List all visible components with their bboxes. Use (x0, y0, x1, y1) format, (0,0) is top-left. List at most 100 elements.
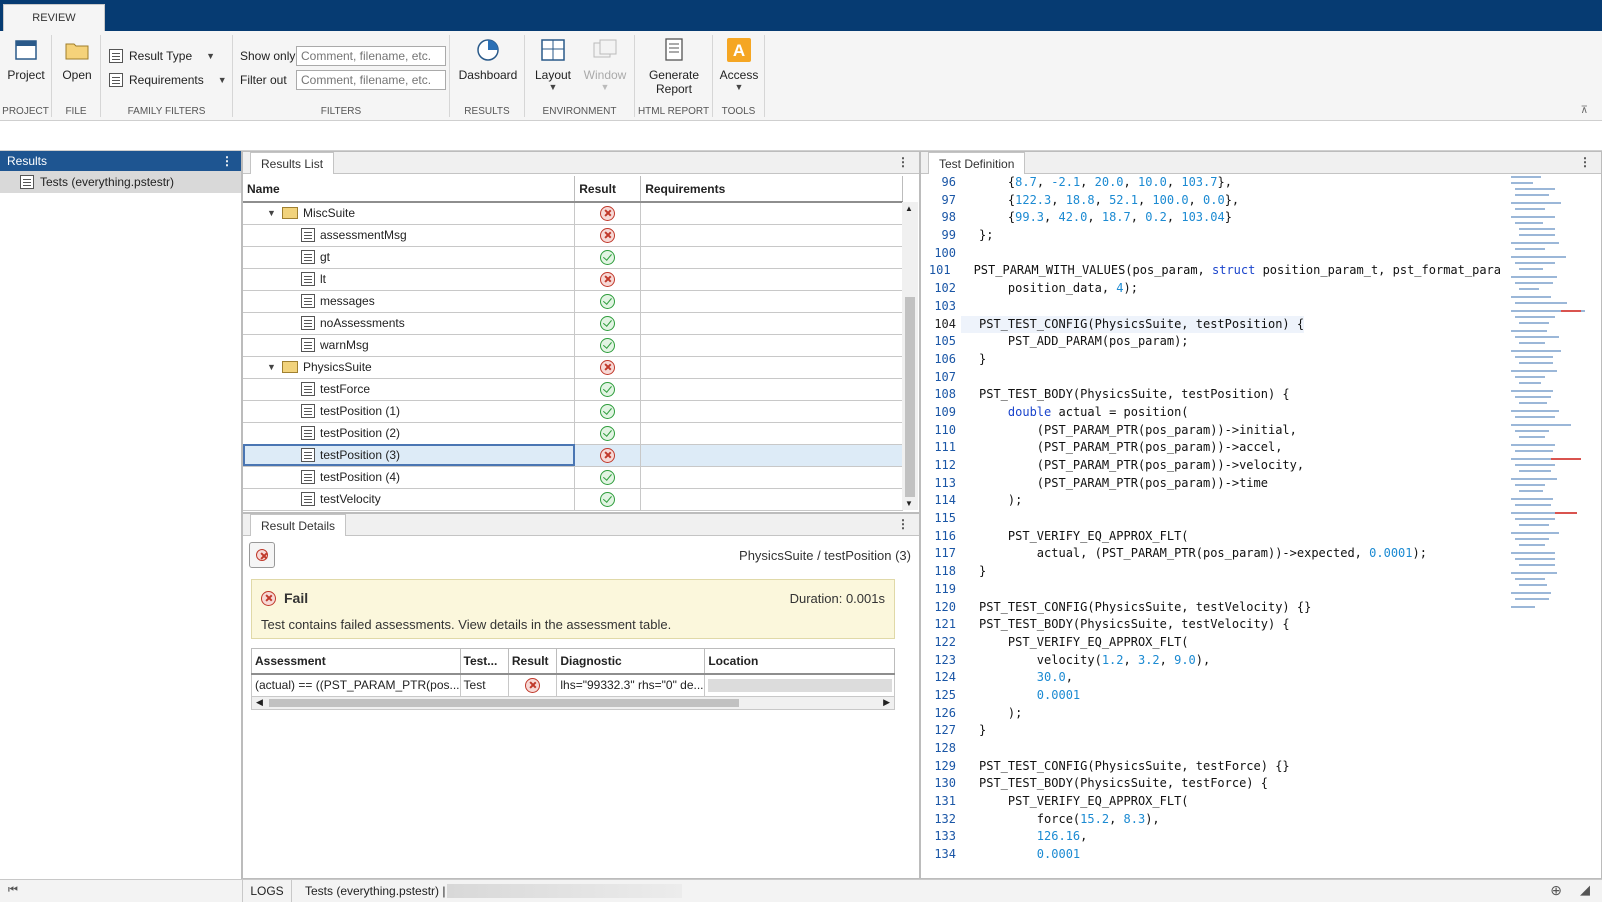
scroll-left-icon[interactable]: ◀ (256, 697, 263, 708)
code-line[interactable]: 133 126.16, (921, 828, 1501, 846)
code-line[interactable]: 120 PST_TEST_CONFIG(PhysicsSuite, testVel… (921, 599, 1501, 617)
table-row[interactable]: testVelocity (243, 488, 903, 511)
code-line[interactable]: 102 position_data, 4); (921, 280, 1501, 298)
project-button[interactable]: Project (6, 38, 46, 82)
code-line[interactable]: 134 0.0001 (921, 846, 1501, 864)
col-header-requirements[interactable]: Requirements (640, 176, 903, 203)
code-line[interactable]: 107 (921, 369, 1501, 387)
table-row[interactable]: gt (243, 246, 903, 269)
more-options-icon[interactable]: ⋮ (897, 155, 909, 169)
code-line[interactable]: 114 ); (921, 492, 1501, 510)
more-options-icon[interactable]: ⋮ (897, 517, 909, 531)
scroll-right-icon[interactable]: ▶ (883, 697, 890, 708)
code-line[interactable]: 123 velocity(1.2, 3.2, 9.0), (921, 652, 1501, 670)
more-options-icon[interactable]: ⋮ (221, 151, 233, 171)
code-line[interactable]: 128 (921, 740, 1501, 758)
dashboard-button[interactable]: Dashboard (457, 38, 519, 82)
tab-result-details[interactable]: Result Details (250, 514, 347, 536)
tab-results-list[interactable]: Results List (250, 152, 335, 174)
open-button[interactable]: Open (57, 38, 97, 82)
window-button[interactable]: Window ▼ (581, 38, 629, 92)
code-line[interactable]: 100 (921, 245, 1501, 263)
code-line[interactable]: 122 PST_VERIFY_EQ_APPROX_FLT( (921, 634, 1501, 652)
col-header-location[interactable]: Location (704, 648, 895, 675)
code-line[interactable]: 104 PST_TEST_CONFIG(PhysicsSuite, testPos… (921, 315, 1501, 334)
expand-toggle-icon[interactable]: ▼ (267, 362, 277, 372)
code-line[interactable]: 118} (921, 563, 1501, 581)
code-line[interactable]: 108 PST_TEST_BODY(PhysicsSuite, testPosit… (921, 386, 1501, 404)
code-line[interactable]: 109 double actual = position( (921, 404, 1501, 422)
code-line[interactable]: 97 {122.3, 18.8, 52.1, 100.0, 0.0}, (921, 192, 1501, 210)
col-header-result[interactable]: Result (507, 648, 558, 675)
resize-grip-icon[interactable]: ◢ (1580, 882, 1590, 898)
assessment-hscrollbar[interactable]: ◀ ▶ (251, 696, 895, 710)
requirements-dropdown[interactable]: Requirements ▼ (109, 73, 227, 87)
col-header-assessment[interactable]: Assessment (251, 648, 461, 675)
table-row[interactable]: noAssessments (243, 312, 903, 335)
tab-review[interactable]: REVIEW (3, 4, 105, 31)
code-line[interactable]: 117 actual, (PST_PARAM_PTR(pos_param))->… (921, 545, 1501, 563)
code-line[interactable]: 131 PST_VERIFY_EQ_APPROX_FLT( (921, 793, 1501, 811)
logs-button[interactable]: LOGS (242, 880, 292, 902)
table-row[interactable]: messages (243, 290, 903, 313)
code-line[interactable]: 105 PST_ADD_PARAM(pos_param); (921, 333, 1501, 351)
col-header-test[interactable]: Test... (459, 648, 509, 675)
scroll-thumb[interactable] (269, 699, 739, 707)
code-line[interactable]: 103 (921, 298, 1501, 316)
code-line[interactable]: 110 (PST_PARAM_PTR(pos_param))->initial, (921, 422, 1501, 440)
access-button[interactable]: A Access ▼ (717, 38, 761, 92)
results-file-item[interactable]: Tests (everything.pstestr) (0, 171, 241, 193)
table-row[interactable]: lt (243, 268, 903, 291)
results-list-scrollbar[interactable]: ▲ ▼ (902, 202, 918, 510)
table-row[interactable]: ▼ MiscSuite (243, 202, 903, 225)
filter-out-input[interactable] (296, 70, 446, 90)
expand-toggle-icon[interactable]: ▼ (267, 208, 277, 218)
more-options-icon[interactable]: ⋮ (1579, 155, 1591, 169)
code-line[interactable]: 115 (921, 510, 1501, 528)
scroll-up-icon[interactable]: ▲ (905, 204, 913, 213)
location-cell[interactable] (704, 673, 895, 697)
col-header-diagnostic[interactable]: Diagnostic (556, 648, 706, 675)
code-line[interactable]: 130 PST_TEST_BODY(PhysicsSuite, testForce… (921, 775, 1501, 793)
code-line[interactable]: 96 {8.7, -2.1, 20.0, 10.0, 103.7}, (921, 174, 1501, 192)
table-row[interactable]: testPosition (1) (243, 400, 903, 423)
code-line[interactable]: 126 ); (921, 705, 1501, 723)
zoom-icon[interactable]: ⊕ (1550, 882, 1562, 899)
table-row[interactable]: testPosition (2) (243, 422, 903, 445)
col-header-name[interactable]: Name (243, 176, 576, 203)
collapse-panel-icon[interactable]: ⏮ (8, 884, 18, 897)
code-line[interactable]: 127} (921, 722, 1501, 740)
code-editor[interactable]: 96 {8.7, -2.1, 20.0, 10.0, 103.7}, 97 {12… (921, 174, 1501, 879)
code-line[interactable]: 111 (PST_PARAM_PTR(pos_param))->accel, (921, 439, 1501, 457)
table-row[interactable]: testPosition (3) (243, 444, 903, 467)
scroll-down-icon[interactable]: ▼ (905, 499, 913, 508)
assessment-row[interactable]: (actual) == ((PST_PARAM_PTR(pos... Test … (251, 673, 895, 697)
code-line[interactable]: 113 (PST_PARAM_PTR(pos_param))->time (921, 475, 1501, 493)
code-line[interactable]: 101 PST_PARAM_WITH_VALUES(pos_param, stru… (921, 262, 1501, 280)
code-line[interactable]: 129 PST_TEST_CONFIG(PhysicsSuite, testFor… (921, 758, 1501, 776)
tab-test-definition[interactable]: Test Definition (928, 152, 1026, 174)
code-line[interactable]: 132 force(15.2, 8.3), (921, 811, 1501, 829)
scroll-thumb[interactable] (905, 297, 915, 497)
code-line[interactable]: 99}; (921, 227, 1501, 245)
generate-report-button[interactable]: Generate Report (639, 38, 709, 96)
code-line[interactable]: 124 30.0, (921, 669, 1501, 687)
code-line[interactable]: 98 {99.3, 42.0, 18.7, 0.2, 103.04} (921, 209, 1501, 227)
col-header-result[interactable]: Result (574, 176, 642, 203)
result-type-dropdown[interactable]: Result Type ▼ (109, 49, 215, 63)
table-row[interactable]: ▼ PhysicsSuite (243, 356, 903, 379)
code-line[interactable]: 106} (921, 351, 1501, 369)
code-line[interactable]: 112 (PST_PARAM_PTR(pos_param))->velocity… (921, 457, 1501, 475)
table-row[interactable]: warnMsg (243, 334, 903, 357)
table-row[interactable]: assessmentMsg (243, 224, 903, 247)
code-line[interactable]: 116 PST_VERIFY_EQ_APPROX_FLT( (921, 528, 1501, 546)
code-line[interactable]: 121 PST_TEST_BODY(PhysicsSuite, testVeloc… (921, 616, 1501, 634)
code-line[interactable]: 125 0.0001 (921, 687, 1501, 705)
code-minimap[interactable] (1511, 176, 1586, 616)
code-line[interactable]: 119 (921, 581, 1501, 599)
table-row[interactable]: testPosition (4) (243, 466, 903, 489)
table-row[interactable]: testForce (243, 378, 903, 401)
show-only-input[interactable] (296, 46, 446, 66)
layout-button[interactable]: Layout ▼ (531, 38, 575, 92)
clear-result-button[interactable] (249, 542, 275, 568)
